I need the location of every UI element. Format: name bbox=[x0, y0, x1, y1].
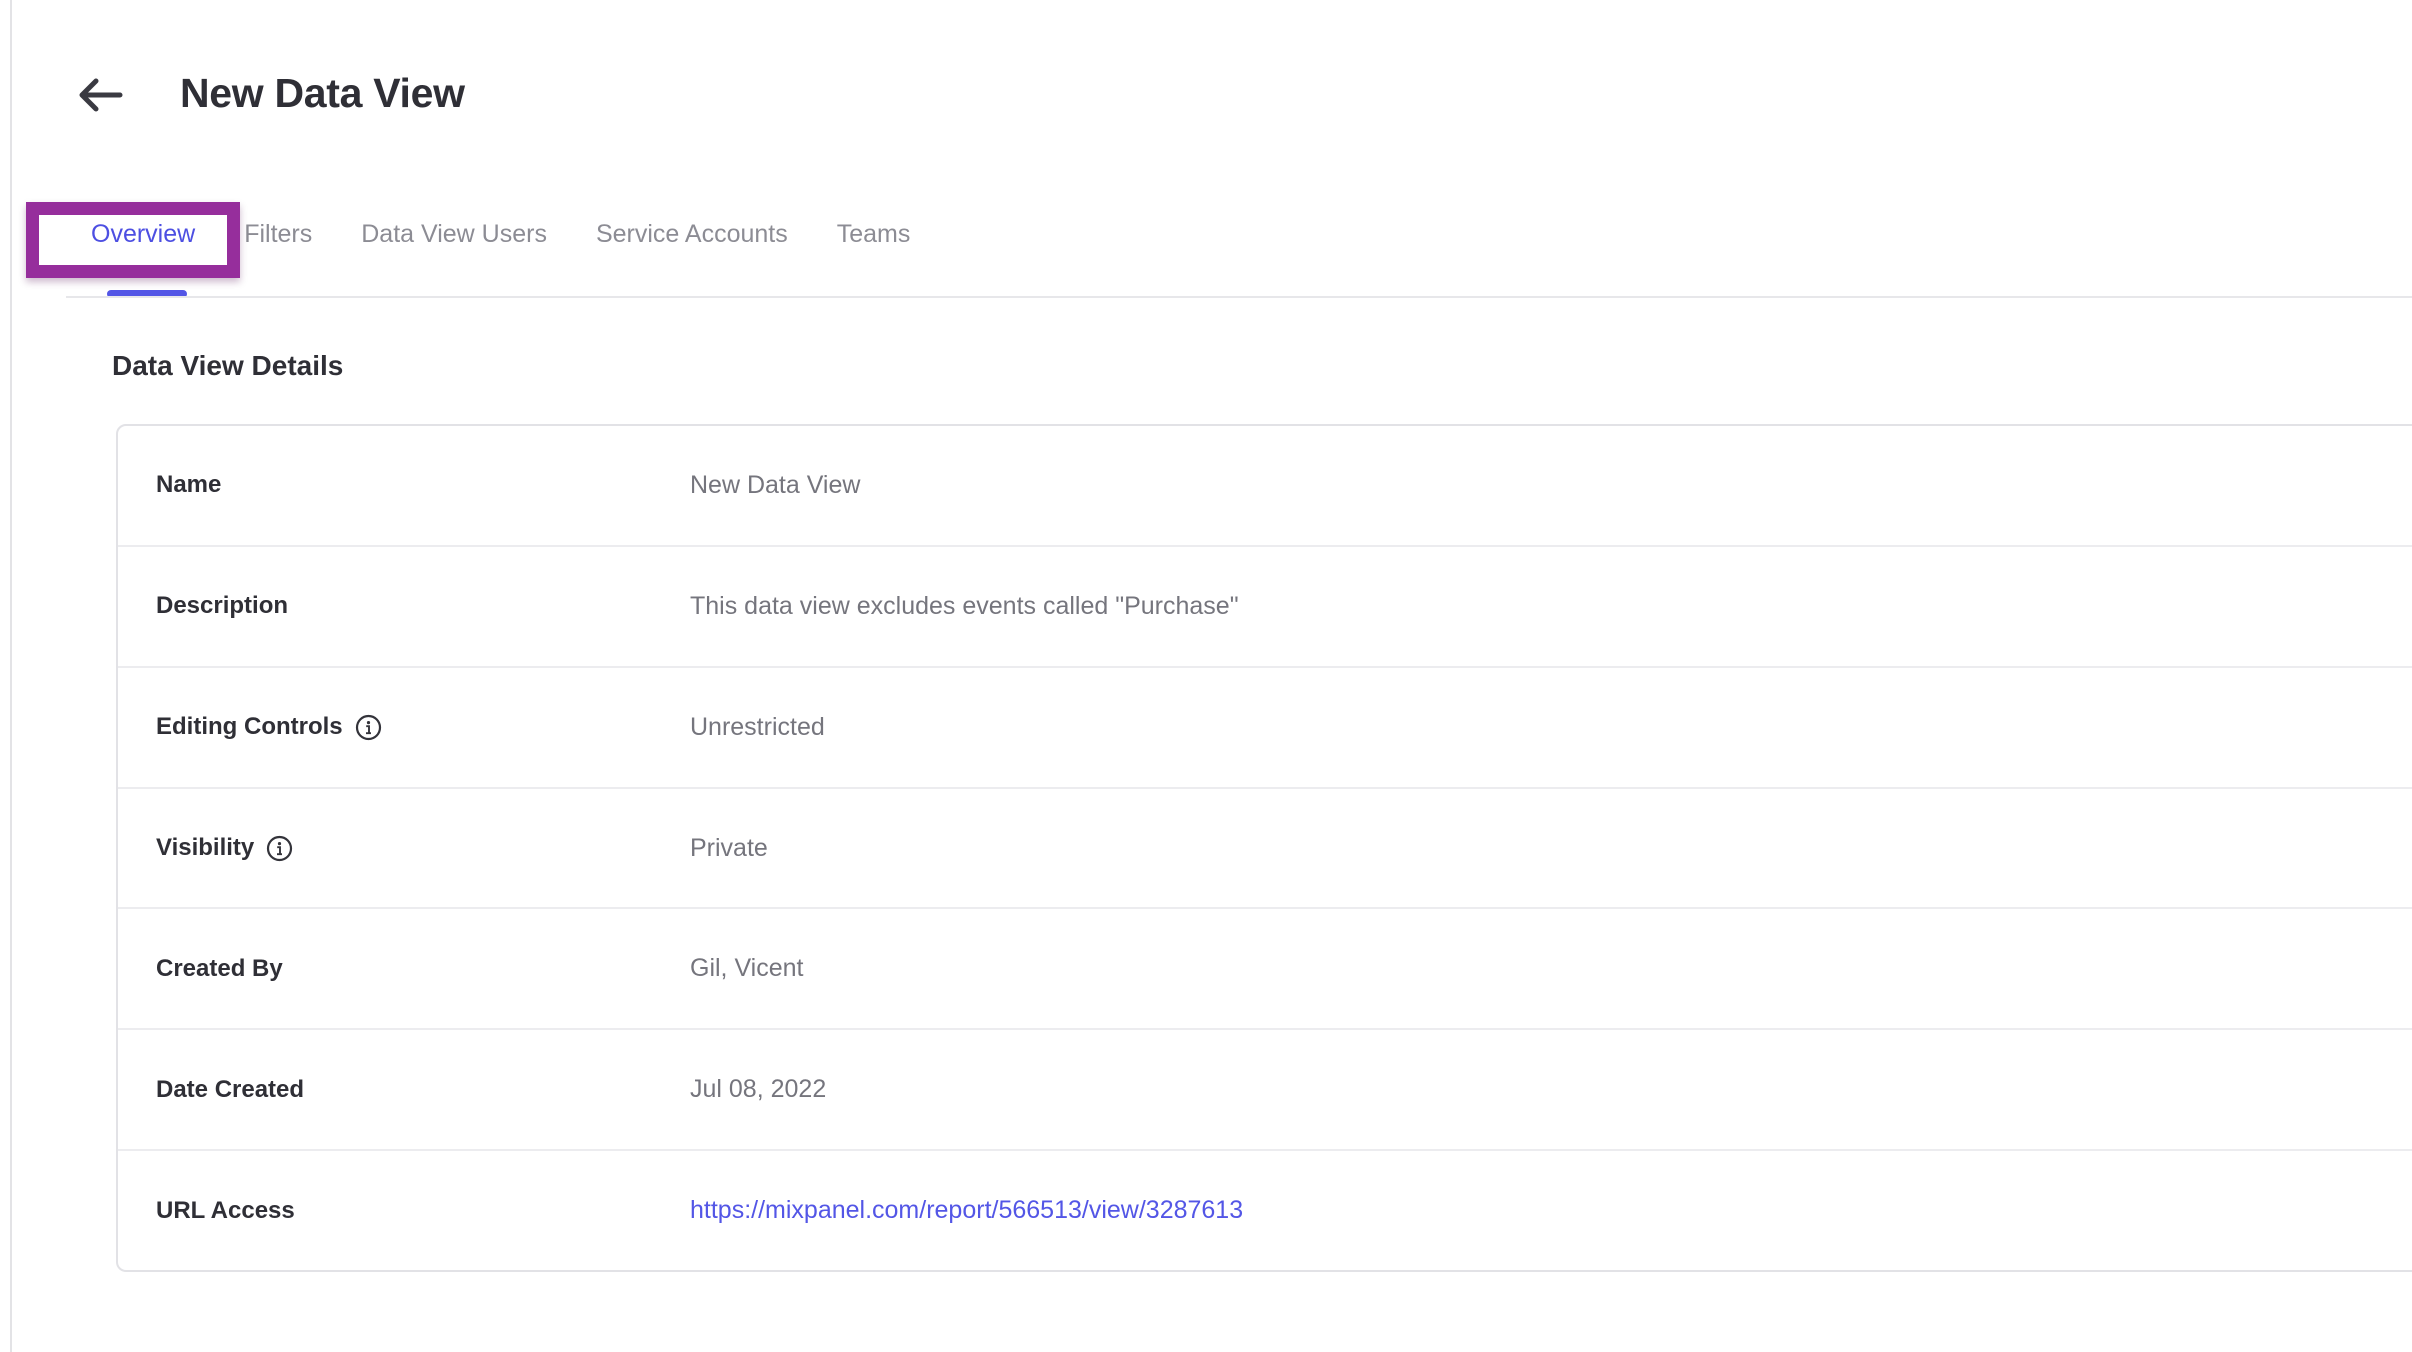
tab-data-view-users[interactable]: Data View Users bbox=[361, 220, 547, 249]
back-arrow-icon bbox=[76, 75, 124, 118]
row-label: Name bbox=[156, 471, 221, 499]
row-label: Editing Controls bbox=[156, 713, 343, 741]
page-header: New Data View bbox=[0, 0, 2412, 150]
row-value: New Data View bbox=[690, 471, 860, 500]
row-value: Private bbox=[690, 834, 768, 863]
detail-row-date-created: Date Created Jul 08, 2022 bbox=[118, 1028, 2412, 1149]
row-label: Date Created bbox=[156, 1076, 304, 1104]
data-view-url-link[interactable]: https://mixpanel.com/report/566513/view/… bbox=[690, 1196, 1243, 1225]
data-view-details-card: Name New Data View Description This data… bbox=[116, 424, 2412, 1272]
back-button[interactable] bbox=[74, 72, 126, 120]
row-value: Unrestricted bbox=[690, 713, 825, 742]
row-label: URL Access bbox=[156, 1197, 295, 1225]
detail-row-visibility: Visibility Private bbox=[118, 787, 2412, 908]
tab-teams[interactable]: Teams bbox=[837, 220, 911, 249]
tab-filters[interactable]: Filters bbox=[244, 220, 312, 249]
row-label: Visibility bbox=[156, 834, 254, 862]
detail-row-created-by: Created By Gil, Vicent bbox=[118, 907, 2412, 1028]
detail-row-url-access: URL Access https://mixpanel.com/report/5… bbox=[118, 1149, 2412, 1270]
info-icon[interactable] bbox=[266, 835, 293, 862]
tab-service-accounts[interactable]: Service Accounts bbox=[596, 220, 788, 249]
detail-row-description: Description This data view excludes even… bbox=[118, 545, 2412, 666]
data-view-settings-page: New Data View Overview Filters Data View… bbox=[0, 0, 2412, 1352]
row-value: Gil, Vicent bbox=[690, 954, 803, 983]
page-title: New Data View bbox=[180, 70, 465, 117]
tabs-divider-line bbox=[66, 296, 2412, 298]
detail-row-editing-controls: Editing Controls Unrestricted bbox=[118, 666, 2412, 787]
info-icon[interactable] bbox=[355, 714, 382, 741]
row-value: Jul 08, 2022 bbox=[690, 1075, 826, 1104]
detail-row-name: Name New Data View bbox=[118, 426, 2412, 545]
row-value: This data view excludes events called "P… bbox=[690, 592, 1239, 621]
tab-overview[interactable]: Overview bbox=[91, 220, 195, 249]
tab-bar: Overview Filters Data View Users Service… bbox=[91, 220, 910, 249]
section-title: Data View Details bbox=[112, 350, 343, 382]
row-label: Created By bbox=[156, 955, 283, 983]
row-label: Description bbox=[156, 592, 288, 620]
page-left-border bbox=[10, 0, 12, 1352]
